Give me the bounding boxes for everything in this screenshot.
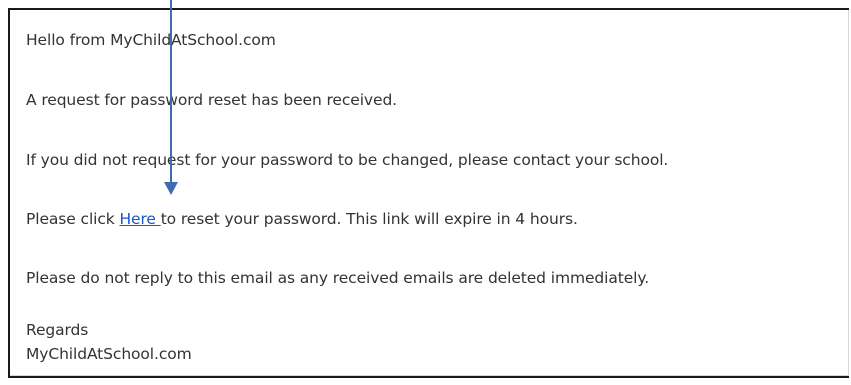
reset-instruction: Please click Here to reset your password… [26,209,578,229]
reset-instruction-prefix: Please click [26,210,120,228]
frame-bottom-edge [10,375,849,376]
contact-school-text: If you did not request for your password… [26,151,669,169]
reset-password-link[interactable]: Here [120,210,161,228]
no-reply-text: Please do not reply to this email as any… [26,269,650,287]
request-text: A request for password reset has been re… [26,91,398,109]
signature-text: MyChildAtSchool.com [26,345,192,363]
reset-instruction-suffix: to reset your password. This link will e… [160,210,578,228]
regards-text: Regards [26,321,89,339]
email-body: Hello from MyChildAtSchool.com A request… [8,8,849,378]
frame-right-edge [848,10,849,376]
greeting-text: Hello from MyChildAtSchool.com [26,31,276,49]
